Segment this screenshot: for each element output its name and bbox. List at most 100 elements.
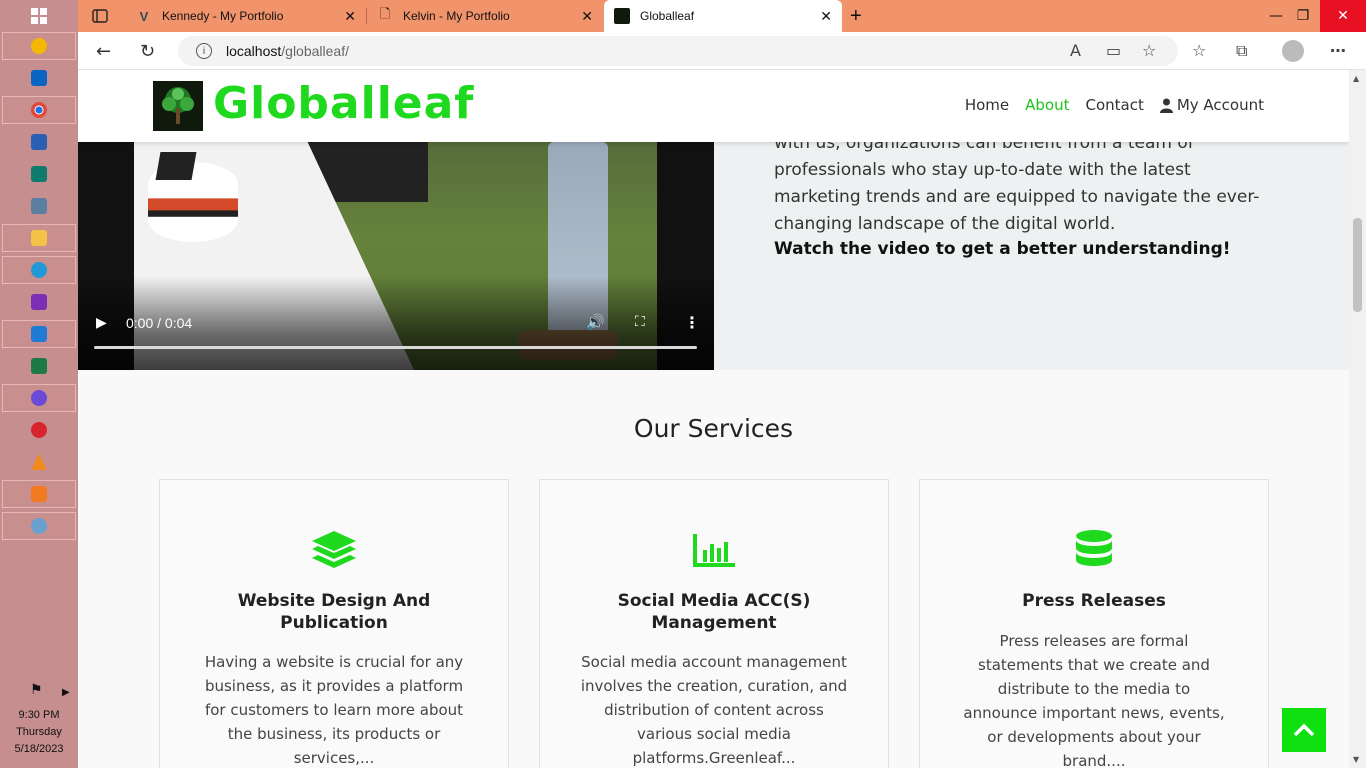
page-scrollbar[interactable]: ▲ ▼ xyxy=(1349,70,1366,768)
flag-icon[interactable]: ⚑ xyxy=(30,681,43,698)
plus-icon: + xyxy=(850,4,862,27)
volume-icon[interactable]: 🔊 xyxy=(586,313,605,331)
service-desc-line: Press releases are formal xyxy=(999,632,1189,650)
service-title: Social Media ACC(S) Management xyxy=(560,590,868,634)
taskbar-vlc[interactable] xyxy=(2,448,76,476)
page-viewport: ▶ 0:00 / 0:04 🔊 ⛶ ⋮ with us, organizatio… xyxy=(78,70,1366,768)
tree-logo-icon xyxy=(162,87,194,124)
url-field[interactable]: i localhost/globalleaf/ xyxy=(178,36,1178,66)
gear-icon xyxy=(31,390,47,406)
nav-about[interactable]: About xyxy=(1025,96,1069,114)
tab-actions-button[interactable] xyxy=(92,0,112,32)
clock[interactable]: 9:30 PM Thursday 5/18/2023 xyxy=(0,707,78,758)
taskbar-chrome[interactable] xyxy=(2,96,76,124)
back-to-top-button[interactable] xyxy=(1282,708,1326,752)
video-progress-bar[interactable] xyxy=(94,346,697,349)
read-aloud-icon[interactable]: A xyxy=(1070,41,1081,60)
taskbar-settings[interactable] xyxy=(2,384,76,412)
chrome-icon xyxy=(31,102,47,118)
onenote-icon xyxy=(31,294,47,310)
edge-icon xyxy=(31,262,47,278)
info-icon[interactable]: i xyxy=(196,43,212,59)
service-desc-line: or developments about your xyxy=(987,728,1201,746)
new-tab-button[interactable]: + xyxy=(850,0,870,32)
taskbar-outlook[interactable] xyxy=(2,64,76,92)
scroll-down-icon[interactable]: ▼ xyxy=(1353,755,1359,764)
favorites-icon[interactable]: ☆ xyxy=(1192,41,1206,60)
taskbar-app-1[interactable] xyxy=(2,32,76,60)
scroll-up-icon[interactable]: ▲ xyxy=(1353,74,1359,83)
clock-date: 5/18/2023 xyxy=(14,743,64,755)
service-desc-line: Social media account management xyxy=(581,653,847,671)
video-frame-detail xyxy=(155,152,197,180)
app-icon xyxy=(31,38,47,54)
tab-actions-icon xyxy=(92,9,108,23)
taskbar-xampp[interactable] xyxy=(2,480,76,508)
play-icon[interactable]: ▶ xyxy=(96,315,107,331)
service-desc-line: the business, its products or xyxy=(227,725,441,743)
service-desc-line: Having a website is crucial for any xyxy=(204,653,464,671)
layers-icon xyxy=(160,530,508,572)
service-title: Press Releases xyxy=(940,590,1248,612)
service-title-line: Social Media ACC(S) xyxy=(617,591,811,611)
collections-icon[interactable]: ⧉ xyxy=(1236,41,1247,61)
address-bar-row: ← ↻ i localhost/globalleaf/ A ▭ ☆ ☆ ⧉ ⋯ xyxy=(78,32,1366,70)
nav-contact[interactable]: Contact xyxy=(1085,96,1143,114)
tab-globalleaf[interactable]: Globalleaf ✕ xyxy=(604,0,842,32)
service-title-line: Website Design And xyxy=(237,591,431,611)
tab-kelvin[interactable]: 🗋 Kelvin - My Portfolio ✕ xyxy=(367,0,603,32)
nav-home[interactable]: Home xyxy=(965,96,1009,114)
start-button[interactable] xyxy=(2,2,76,30)
nav-my-account-label: My Account xyxy=(1176,96,1264,114)
taskbar-vscode[interactable] xyxy=(2,320,76,348)
immersive-reader-icon[interactable]: ▭ xyxy=(1106,41,1121,60)
close-tab-icon[interactable]: ✕ xyxy=(581,8,593,25)
add-favorite-icon[interactable]: ☆ xyxy=(1142,41,1156,60)
windows-start-icon xyxy=(31,8,47,24)
about-text: with us, organizations can benefit from … xyxy=(774,130,1304,263)
minimize-icon: — xyxy=(1269,8,1283,24)
tab-kennedy[interactable]: V Kennedy - My Portfolio ✕ xyxy=(126,0,366,32)
logo[interactable] xyxy=(153,81,203,131)
back-icon[interactable]: ← xyxy=(96,41,111,62)
taskbar-file-explorer[interactable] xyxy=(2,224,76,252)
taskbar-excel[interactable] xyxy=(2,352,76,380)
tab-title: Globalleaf xyxy=(640,9,695,23)
xampp-icon xyxy=(31,486,47,502)
taskbar-app-2[interactable] xyxy=(2,192,76,220)
close-tab-icon[interactable]: ✕ xyxy=(820,8,832,25)
globalleaf-favicon-icon xyxy=(614,8,630,24)
system-tray: ⚑ ▶ 9:30 PM Thursday 5/18/2023 xyxy=(0,678,78,768)
taskbar-publisher[interactable] xyxy=(2,160,76,188)
restore-button[interactable]: ❐ xyxy=(1292,0,1314,32)
nav-my-account[interactable]: My Account xyxy=(1159,96,1264,114)
fullscreen-icon[interactable]: ⛶ xyxy=(635,314,645,330)
tray-expand-icon[interactable]: ▶ xyxy=(62,687,70,698)
vue-icon: V xyxy=(139,8,149,24)
more-menu-icon[interactable]: ⋯ xyxy=(1330,41,1346,60)
taskbar-word[interactable] xyxy=(2,128,76,156)
taskbar-onenote[interactable] xyxy=(2,288,76,316)
service-title-line: Press Releases xyxy=(1022,591,1166,611)
service-desc-line: distribution of content across xyxy=(604,701,824,719)
video-more-icon[interactable]: ⋮ xyxy=(684,313,700,332)
url-host: localhost xyxy=(226,43,282,59)
service-desc-line: services,... xyxy=(293,749,375,767)
profile-avatar[interactable] xyxy=(1282,40,1304,62)
close-window-button[interactable]: ✕ xyxy=(1320,0,1366,32)
taskbar-edge[interactable] xyxy=(2,256,76,284)
taskbar-app-3[interactable] xyxy=(2,512,76,540)
refresh-icon[interactable]: ↻ xyxy=(140,41,155,62)
bar-chart-icon xyxy=(540,530,888,572)
minimize-button[interactable]: — xyxy=(1266,0,1286,32)
scrollbar-thumb[interactable] xyxy=(1353,218,1362,312)
opera-icon xyxy=(31,422,47,438)
taskbar-opera[interactable] xyxy=(2,416,76,444)
publisher-icon xyxy=(31,166,47,182)
tab-title: Kennedy - My Portfolio xyxy=(162,9,284,23)
service-desc-line: statements that we create and xyxy=(978,656,1210,674)
close-tab-icon[interactable]: ✕ xyxy=(344,8,356,25)
about-line: changing landscape of the digital world. xyxy=(774,214,1116,234)
service-desc-line: brand.... xyxy=(1062,752,1126,768)
brand-name[interactable]: Globalleaf xyxy=(213,78,474,129)
